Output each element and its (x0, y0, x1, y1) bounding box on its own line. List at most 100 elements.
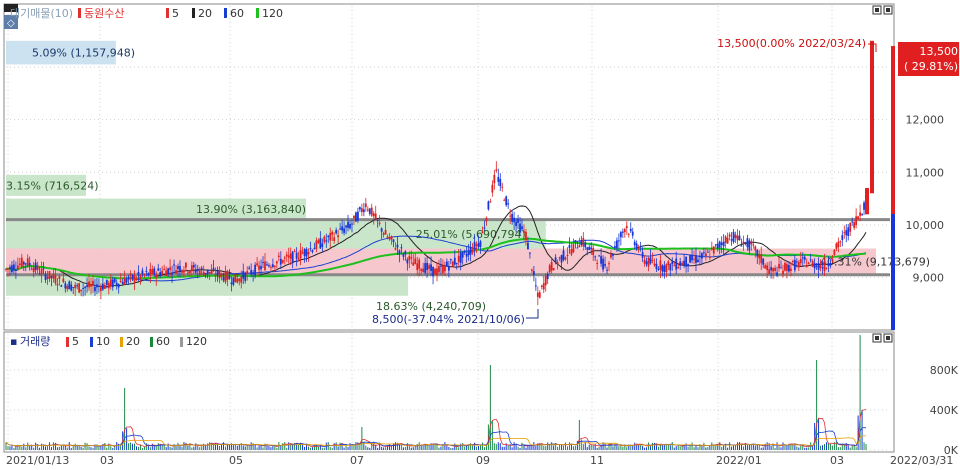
candle-body (147, 272, 150, 276)
candle-body (5, 268, 7, 270)
candle-body (295, 252, 298, 259)
candle-body (608, 263, 610, 265)
candle-body (420, 269, 423, 271)
candle-body (432, 266, 434, 277)
candle-body (633, 241, 636, 246)
candle-body (556, 262, 559, 265)
candle-body (277, 255, 280, 257)
candle-body (803, 256, 806, 260)
legend-ma-20-marker (192, 8, 195, 18)
candle-body (554, 257, 557, 263)
candle-body (471, 249, 474, 253)
candle-body (461, 251, 464, 258)
candle-body (331, 231, 334, 235)
candle-body (835, 243, 838, 249)
candle-body (497, 176, 500, 182)
candle-body (853, 222, 856, 228)
candle-body (273, 265, 276, 267)
candle-body (349, 224, 351, 229)
candle-limit-up (870, 40, 874, 194)
candle-body (596, 263, 599, 265)
candle-body (778, 264, 780, 269)
candle-body (667, 261, 670, 266)
candle-body (321, 243, 324, 247)
candle-body (173, 264, 175, 266)
candle-body (149, 268, 152, 276)
candle-body (428, 265, 430, 269)
candle-body (570, 249, 573, 255)
candle-body (145, 270, 148, 272)
candle-body (517, 218, 519, 223)
candle-body (697, 259, 699, 263)
candle-body (584, 242, 587, 248)
candle-body (13, 264, 15, 271)
candle-body (457, 255, 460, 262)
candle-body (353, 215, 355, 218)
candle-body (530, 269, 533, 271)
candle-body (18, 263, 21, 266)
candle-body (127, 276, 130, 280)
candle-body (169, 267, 171, 271)
candle-body (408, 256, 411, 261)
candle-body (133, 275, 136, 283)
candle-body (748, 240, 751, 251)
candle-body (606, 269, 608, 271)
candle-body (807, 262, 810, 265)
price-tick-label: 10,000 (906, 219, 945, 232)
legend-title: 대기매물(10) (10, 7, 73, 20)
candle-body (817, 262, 820, 270)
candle-body (90, 284, 92, 287)
candle-body (9, 266, 11, 270)
volume-legend-5-marker (66, 337, 69, 347)
date-tick-label: 09 (476, 454, 490, 467)
legend-ma-title: 동원수산 (84, 7, 124, 20)
candle-body (96, 284, 98, 288)
candle-body (734, 234, 737, 238)
candle-body (513, 217, 516, 223)
candle-body (398, 250, 401, 255)
candle-body (38, 273, 41, 275)
candle-body (639, 246, 642, 248)
candle-body (661, 265, 664, 272)
current-price: 13,500 (920, 45, 959, 58)
candle-body (380, 228, 383, 232)
candle-body (48, 271, 51, 280)
candle-body (473, 241, 476, 251)
candle-body (159, 272, 162, 276)
candle-body (355, 212, 357, 222)
candle-body (444, 266, 446, 272)
candle-body (788, 265, 790, 272)
candle-body (117, 283, 120, 288)
candle-body (388, 237, 391, 240)
candle-body (643, 259, 646, 264)
candle-body (76, 285, 79, 287)
candle-body (262, 261, 264, 263)
candle-body (113, 278, 116, 283)
candle-body (793, 260, 796, 271)
candle-body (740, 245, 743, 247)
candle-body (220, 273, 223, 277)
candle-body (823, 261, 826, 272)
candle-body (181, 270, 183, 273)
candle-body (98, 285, 100, 287)
candle-body (629, 228, 632, 232)
candle-body (754, 246, 757, 251)
candle-body (281, 260, 284, 263)
date-x-axis: 2021/01/13 03 05 07 09 11 2022/01 03 2022/03/31 (6, 454, 953, 467)
candle-body (815, 265, 818, 267)
candle-body (216, 269, 219, 276)
candle-body (837, 241, 840, 248)
candle-body (107, 282, 110, 289)
candle-body (34, 262, 37, 271)
candle-body (305, 248, 308, 257)
candle-body (155, 274, 158, 278)
candle-body (529, 252, 531, 254)
volume-panel-frame (3, 331, 895, 453)
legend-ma-5-marker (166, 8, 169, 18)
volume-legend-title: 거래량 (20, 335, 50, 348)
date-tick-label: 2022/01 (716, 454, 762, 467)
volume-legend-marker: ▪ (10, 335, 17, 348)
candle-body (677, 267, 680, 269)
legend-ma-20-label: 20 (198, 7, 212, 20)
legend-ma-120-marker (256, 8, 259, 18)
